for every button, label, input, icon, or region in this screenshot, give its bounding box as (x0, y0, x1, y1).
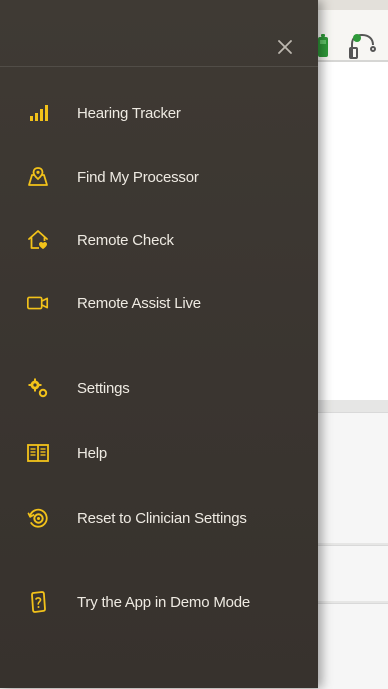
menu-item-label: Remote Check (77, 232, 174, 249)
signal-bars-icon (26, 101, 50, 125)
menu-item-find-my-processor[interactable]: Find My Processor (0, 155, 318, 199)
menu-item-label: Reset to Clinician Settings (77, 510, 247, 527)
menu-item-reset-clinician-settings[interactable]: Reset to Clinician Settings (0, 496, 318, 540)
menu-item-help[interactable]: Help (0, 431, 318, 475)
battery-icon[interactable] (318, 34, 330, 58)
menu-item-label: Settings (77, 380, 130, 397)
video-camera-icon (26, 291, 50, 315)
menu-item-demo-mode[interactable]: Try the App in Demo Mode (0, 580, 318, 624)
map-pin-icon (26, 165, 50, 189)
reset-target-icon (26, 506, 50, 530)
background-panel (318, 545, 388, 601)
home-heart-icon (26, 228, 50, 252)
menu-item-hearing-tracker[interactable]: Hearing Tracker (0, 91, 318, 135)
close-icon[interactable] (270, 32, 300, 62)
menu-item-settings[interactable]: Settings (0, 366, 318, 410)
menu-item-label: Find My Processor (77, 169, 199, 186)
book-icon (26, 441, 50, 465)
menu-item-remote-assist-live[interactable]: Remote Assist Live (0, 281, 318, 325)
background-panel (318, 603, 388, 689)
close-button[interactable] (270, 32, 300, 62)
menu-item-remote-check[interactable]: Remote Check (0, 218, 318, 262)
menu-item-label: Help (77, 445, 107, 462)
drawer-header-divider (0, 66, 318, 67)
processor-icon[interactable] (346, 30, 378, 62)
menu-item-label: Try the App in Demo Mode (77, 594, 250, 611)
gears-icon (26, 376, 50, 400)
background-panel (318, 412, 388, 543)
navigation-drawer: Hearing Tracker Find My Processor Remote… (0, 0, 318, 688)
demo-phone-icon (26, 590, 50, 614)
menu-item-label: Hearing Tracker (77, 105, 181, 122)
menu-item-label: Remote Assist Live (77, 295, 201, 312)
